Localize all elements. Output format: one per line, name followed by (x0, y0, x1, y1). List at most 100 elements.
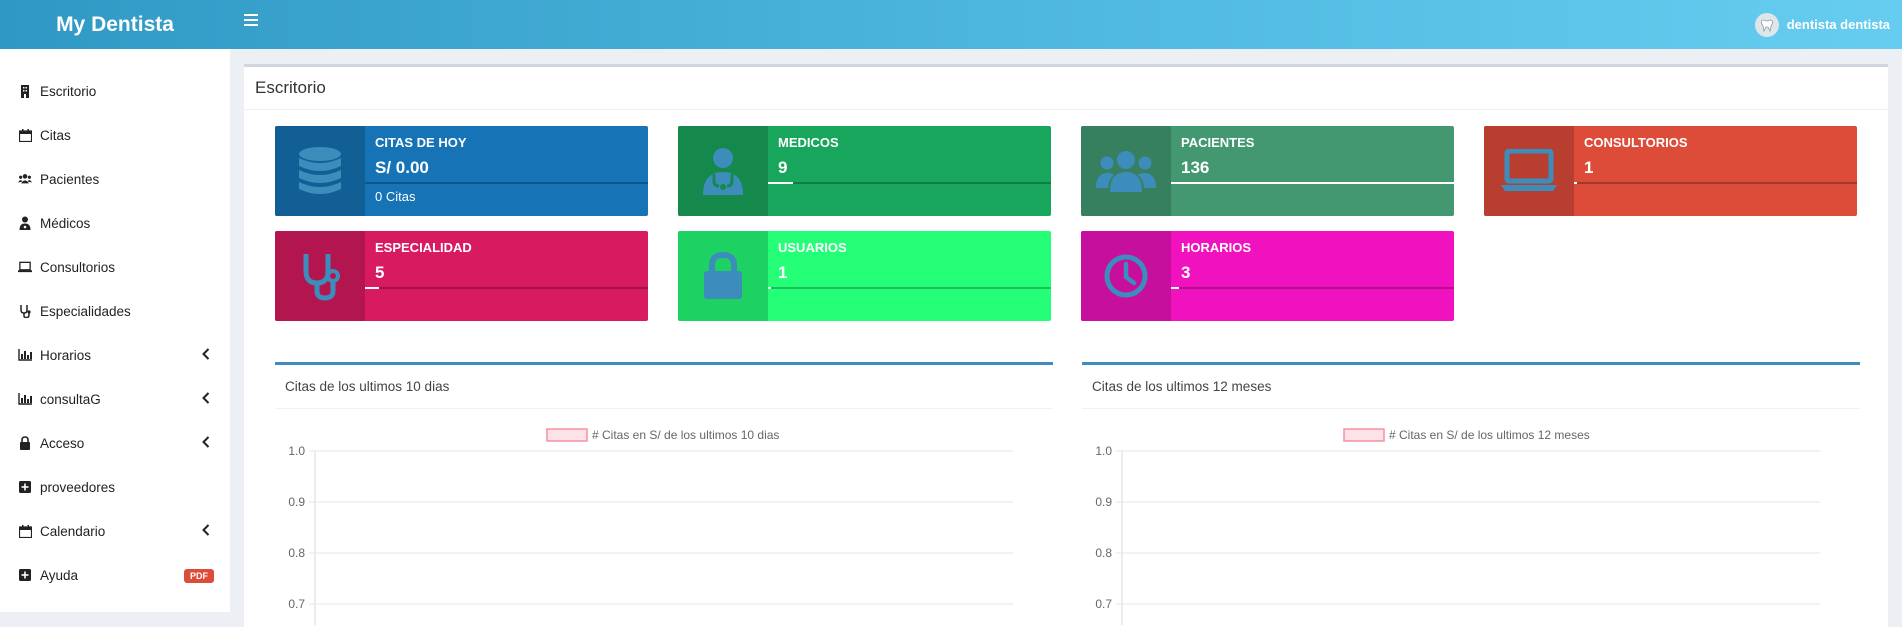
plus-square-icon (18, 480, 32, 494)
stat-card-body: ESPECIALIDAD 5 (365, 231, 648, 321)
stat-card-horarios[interactable]: HORARIOS 3 (1081, 231, 1454, 321)
y-tick-label: 0.9 (288, 495, 305, 509)
stat-card-especialidad[interactable]: ESPECIALIDAD 5 (275, 231, 648, 321)
chevron-left-icon (202, 436, 210, 451)
sidebar-item-label: Pacientes (40, 171, 100, 187)
lock-icon (678, 231, 768, 321)
stat-card-body: HORARIOS 3 (1171, 231, 1454, 321)
stat-card-pacientes[interactable]: PACIENTES 136 (1081, 126, 1454, 216)
stat-label: CONSULTORIOS (1584, 135, 1688, 150)
stat-subtext: 0 Citas (375, 189, 416, 204)
chevron-left-icon (202, 392, 210, 407)
users-icon (18, 172, 32, 186)
stat-label: ESPECIALIDAD (375, 240, 472, 255)
sidebar-item-label: Citas (40, 127, 71, 143)
chart-panel-days: Citas de los ultimos 10 dias # Citas en … (275, 362, 1053, 625)
sidebar-item-consultag[interactable]: consultaG (0, 377, 230, 421)
sidebar-item-label: Consultorios (40, 259, 116, 275)
y-tick-label: 0.9 (1095, 495, 1112, 509)
stat-value: 3 (1181, 263, 1191, 282)
stat-card-body: PACIENTES 136 (1171, 126, 1454, 216)
clock-icon (1081, 231, 1171, 321)
sidebar-item-acceso[interactable]: Acceso (0, 421, 230, 465)
users-icon (1081, 126, 1171, 216)
stat-card-body: CITAS DE HOY S/ 0.00 0 Citas (365, 126, 648, 216)
legend-swatch (546, 428, 588, 442)
stat-value: S/ 0.00 (375, 158, 429, 177)
laptop-icon (18, 260, 32, 274)
calendar-icon (18, 524, 32, 538)
stat-card-usuarios[interactable]: USUARIOS 1 (678, 231, 1051, 321)
y-tick-label: 0.7 (1095, 597, 1112, 611)
stat-value: 1 (778, 263, 788, 282)
lock-icon (18, 436, 32, 450)
y-tick-label: 1.0 (288, 444, 305, 458)
sidebar-item-ayuda[interactable]: Ayuda PDF (0, 553, 230, 597)
user-name: dentista dentista (1786, 17, 1890, 32)
laptop-icon (1484, 126, 1574, 216)
chart-panel-months: Citas de los ultimos 12 meses # Citas en… (1082, 362, 1860, 625)
stat-value: 1 (1584, 158, 1594, 177)
stat-progress-bar (768, 182, 1051, 184)
legend-swatch (1343, 428, 1385, 442)
pdf-badge: PDF (184, 569, 214, 583)
page-title: Escritorio (255, 78, 326, 97)
stat-label: MEDICOS (778, 135, 839, 150)
chart-icon (18, 348, 32, 362)
stat-card-medicos[interactable]: MEDICOS 9 (678, 126, 1051, 216)
sidebar-item-m-dicos[interactable]: Médicos (0, 201, 230, 245)
database-icon (275, 126, 365, 216)
stethoscope-icon (18, 304, 32, 318)
chart-days: # Citas en S/ de los ultimos 10 dias 1.0 0… (288, 428, 1013, 625)
stat-value: 136 (1181, 158, 1210, 177)
stat-progress-bar (1171, 182, 1454, 184)
stat-card-citas-de-hoy[interactable]: CITAS DE HOY S/ 0.00 0 Citas (275, 126, 648, 216)
sidebar-item-label: Especialidades (40, 303, 131, 319)
sidebar-item-pacientes[interactable]: Pacientes (0, 157, 230, 201)
stat-progress-bar (1574, 182, 1857, 184)
y-tick-label: 0.7 (288, 597, 305, 611)
y-tick-label: 0.8 (1095, 546, 1112, 560)
stat-value: 5 (375, 263, 385, 282)
sidebar-item-label: proveedores (40, 479, 116, 495)
y-tick-label: 1.0 (1095, 444, 1112, 458)
sidebar-item-label: consultaG (40, 391, 101, 407)
legend-label: # Citas en S/ de los ultimos 12 meses (1389, 428, 1590, 442)
sidebar-item-calendario[interactable]: Calendario (0, 509, 230, 553)
y-tick-label: 0.8 (288, 546, 305, 560)
calendar-icon (18, 128, 32, 142)
stat-label: USUARIOS (778, 240, 847, 255)
sidebar-item-especialidades[interactable]: Especialidades (0, 289, 230, 333)
user-menu[interactable]: dentista dentista (1754, 0, 1890, 49)
stat-card-body: MEDICOS 9 (768, 126, 1051, 216)
stat-label: PACIENTES (1181, 135, 1255, 150)
sidebar-item-label: Horarios (40, 347, 92, 363)
plus-square-icon (18, 568, 32, 582)
menu-toggle-icon[interactable] (244, 14, 258, 26)
stat-progress-bar (1171, 287, 1454, 289)
stat-progress-bar (768, 287, 1051, 289)
sidebar-item-label: Ayuda (40, 567, 79, 583)
stat-card-body: USUARIOS 1 (768, 231, 1051, 321)
sidebar-item-proveedores[interactable]: proveedores (0, 465, 230, 509)
chevron-left-icon (202, 524, 210, 539)
sidebar: Escritorio Citas Pacientes Médicos Consultor… (0, 49, 230, 612)
stat-label: CITAS DE HOY (375, 135, 467, 150)
stat-card-consultorios[interactable]: CONSULTORIOS 1 (1484, 126, 1857, 216)
divider (244, 109, 1888, 110)
sidebar-item-consultorios[interactable]: Consultorios (0, 245, 230, 289)
app-logo[interactable]: My Dentista (0, 0, 230, 49)
building-icon (18, 84, 32, 98)
sidebar-item-label: Escritorio (40, 83, 97, 99)
chart-months: # Citas en S/ de los ultimos 12 meses 1.0… (1095, 428, 1820, 625)
stat-value: 9 (778, 158, 788, 177)
sidebar-item-label: Acceso (40, 435, 85, 451)
stat-label: HORARIOS (1181, 240, 1252, 255)
sidebar-item-horarios[interactable]: Horarios (0, 333, 230, 377)
doctor-icon (678, 126, 768, 216)
top-header: My Dentista dentista dentista (0, 0, 1902, 49)
sidebar-item-citas[interactable]: Citas (0, 113, 230, 157)
stat-progress-bar (365, 287, 648, 289)
chevron-left-icon (202, 348, 210, 363)
sidebar-item-escritorio[interactable]: Escritorio (0, 69, 230, 113)
